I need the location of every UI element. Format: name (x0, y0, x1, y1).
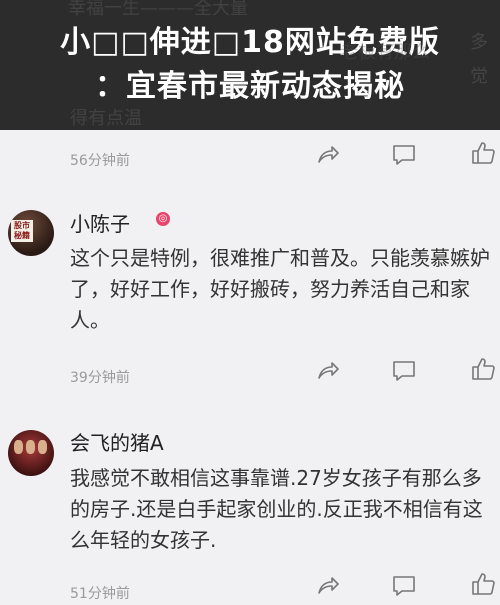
like-icon[interactable] (470, 356, 496, 382)
comment-item: 会飞的猪A 我感觉不敢相信这事靠谱.27岁女孩子有那么多的房子.还是白手起家创业… (0, 395, 500, 605)
banner-title-line-2: ：宜春市最新动态揭秘 (95, 69, 405, 104)
comment-time: 51分钟前 (70, 586, 130, 602)
faint-side-char: 多 (470, 32, 488, 53)
like-icon[interactable] (470, 571, 496, 597)
like-icon[interactable] (470, 140, 496, 166)
comment-username[interactable]: 会飞的猪A (70, 427, 164, 456)
share-icon[interactable] (315, 573, 341, 599)
comment-time: 39分钟前 (70, 370, 130, 386)
comment-text: 这个只是特例，很难推广和普及。只能羡慕嫉妒了，好好工作，好好搬砖，努力养活自己和… (70, 246, 490, 332)
avatar[interactable] (8, 430, 54, 476)
faint-side-char-2: 觉 (470, 66, 488, 87)
comment-item: 股市 秘籍 小陈子 ◎ 这个只是特例，很难推广和普及。只能羡慕嫉妒了，好好工作，… (0, 180, 500, 395)
comment-username[interactable]: 小陈子 (70, 208, 130, 237)
comment-icon[interactable] (391, 573, 417, 599)
user-badge-icon: ◎ (156, 212, 170, 226)
faint-partial-text: 老板有那么 (340, 42, 430, 63)
comment-icon[interactable] (391, 358, 417, 384)
comment-text: 我感觉不敢相信这事靠谱.27岁女孩子有那么多的房子.还是白手起家创业的.反正我不… (70, 466, 483, 552)
comment-time: 56分钟前 (70, 153, 130, 169)
comment-icon[interactable] (391, 142, 417, 168)
avatar-label: 股市 秘籍 (11, 220, 33, 242)
share-icon[interactable] (315, 142, 341, 168)
share-icon[interactable] (315, 358, 341, 384)
faint-username: 幸福一生———全大量 (68, 0, 248, 19)
comment-item: 56分钟前 (0, 130, 500, 180)
avatar[interactable]: 股市 秘籍 (8, 210, 54, 256)
faint-comment-text: 得有点温 (70, 108, 142, 129)
